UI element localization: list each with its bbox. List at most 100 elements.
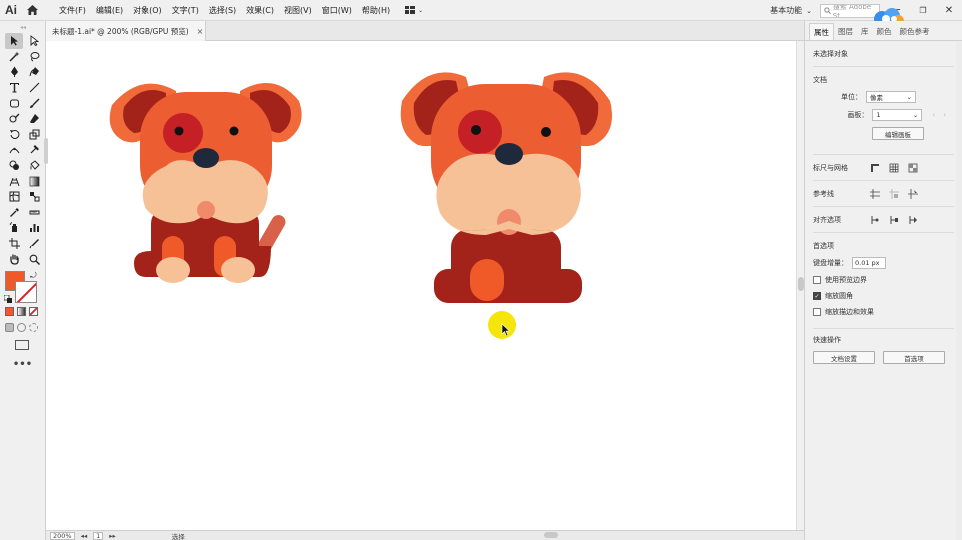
artboard-nav-prev-icon[interactable]: ◂◂: [81, 532, 88, 540]
search-stock-input[interactable]: 搜索 Adobe St: [820, 3, 880, 18]
horizontal-scroll-thumb[interactable]: [544, 532, 558, 538]
screen-mode-icon[interactable]: [15, 339, 29, 350]
snap-to-pixel-icon[interactable]: [888, 214, 899, 225]
dog-without-tail[interactable]: [400, 72, 612, 303]
slice-tool[interactable]: [25, 236, 43, 252]
artboard-nav-next-icon[interactable]: ▸▸: [109, 532, 116, 540]
draw-behind-button[interactable]: [17, 322, 26, 332]
curvature-pen-icon: [29, 67, 39, 77]
edit-toolbar-icon[interactable]: •••: [0, 359, 45, 370]
menu-type[interactable]: 文字(T): [167, 0, 204, 21]
panel-scrollbar[interactable]: [956, 42, 962, 540]
document-setup-button[interactable]: 文档设置: [813, 351, 875, 364]
tab-properties[interactable]: 属性: [809, 23, 834, 40]
artboard-canvas[interactable]: [46, 41, 796, 530]
selection-tool[interactable]: [5, 33, 23, 49]
grid-icon[interactable]: [888, 162, 899, 173]
vertical-scrollbar[interactable]: [796, 41, 804, 530]
panel-tabs: 属性 图层 库 颜色 颜色参考: [805, 21, 962, 41]
artboard-prev-icon[interactable]: ‹: [932, 111, 935, 119]
color-mode-button[interactable]: [5, 306, 14, 316]
tab-layers[interactable]: 图层: [834, 23, 857, 40]
lock-guides-icon[interactable]: [888, 188, 899, 199]
paintbrush-tool[interactable]: [25, 95, 43, 111]
swap-fill-stroke-icon[interactable]: ⤾: [30, 271, 37, 281]
restore-button[interactable]: ❐: [910, 0, 936, 21]
perspective-grid-tool[interactable]: [5, 173, 23, 189]
mesh-tool[interactable]: [5, 189, 23, 205]
menu-help[interactable]: 帮助(H): [357, 0, 395, 21]
show-guides-icon[interactable]: [869, 188, 880, 199]
direct-selection-tool[interactable]: [25, 33, 43, 49]
scale-tool[interactable]: [25, 127, 43, 143]
curvature-tool[interactable]: [25, 64, 43, 80]
rectangle-tool[interactable]: [5, 95, 23, 111]
magic-wand-tool[interactable]: [5, 49, 23, 65]
none-mode-button[interactable]: [29, 306, 38, 316]
toolbar-grip[interactable]: ◂◂: [0, 21, 46, 33]
stroke-none-swatch[interactable]: [15, 280, 37, 303]
workspace-switcher[interactable]: 基本功能 ⌄: [766, 5, 816, 16]
zoom-level-field[interactable]: 200%: [50, 531, 75, 540]
units-select[interactable]: 像素 ⌄: [866, 91, 916, 103]
eraser-tool[interactable]: [25, 111, 43, 127]
close-window-button[interactable]: ✕: [936, 0, 962, 21]
menu-select[interactable]: 选择(S): [204, 0, 241, 21]
artboard-tool[interactable]: [5, 236, 23, 252]
scale-corners-checkbox[interactable]: ✓: [813, 292, 821, 300]
column-graph-tool[interactable]: [25, 220, 43, 236]
home-icon[interactable]: [22, 0, 42, 21]
scale-strokes-effects-checkbox[interactable]: [813, 308, 821, 316]
shape-builder-tool[interactable]: [5, 158, 23, 174]
puppet-warp-tool[interactable]: [25, 142, 43, 158]
use-preview-bounds-label: 使用预览边界: [825, 276, 867, 284]
tab-libraries[interactable]: 库: [857, 23, 873, 40]
menu-object[interactable]: 对象(O): [128, 0, 167, 21]
symbol-sprayer-tool[interactable]: [5, 220, 23, 236]
zoom-tool[interactable]: [25, 251, 43, 267]
menu-view[interactable]: 视图(V): [279, 0, 317, 21]
document-tab[interactable]: 未标题-1.ai* @ 200% (RGB/GPU 预览) ×: [46, 21, 206, 41]
gradient-mode-button[interactable]: [17, 306, 26, 316]
lasso-tool[interactable]: [25, 49, 43, 65]
arrange-documents-button[interactable]: ⌄: [405, 6, 423, 14]
width-tool[interactable]: [5, 142, 23, 158]
rotate-tool[interactable]: [5, 127, 23, 143]
menu-file[interactable]: 文件(F): [54, 0, 91, 21]
close-icon[interactable]: ×: [197, 27, 204, 36]
pen-tool[interactable]: [5, 64, 23, 80]
color-mode-buttons: [0, 306, 45, 316]
tab-color-guide[interactable]: 颜色参考: [896, 23, 934, 40]
eyedropper-tool[interactable]: [5, 205, 23, 221]
artboard-select[interactable]: 1 ⌄: [872, 109, 923, 121]
menu-effect[interactable]: 效果(C): [241, 0, 279, 21]
transparency-grid-icon[interactable]: [907, 162, 918, 173]
use-preview-bounds-checkbox[interactable]: [813, 276, 821, 284]
blend-tool[interactable]: [25, 189, 43, 205]
edit-artboards-button[interactable]: 编辑画板: [872, 127, 924, 140]
menu-window[interactable]: 窗口(W): [317, 0, 357, 21]
live-paint-tool[interactable]: [25, 158, 43, 174]
width-icon: [9, 148, 19, 154]
rulers-icon[interactable]: [869, 162, 880, 173]
measure-tool[interactable]: [25, 205, 43, 221]
keyboard-increment-input[interactable]: 0.01 px: [852, 257, 886, 269]
draw-normal-button[interactable]: [5, 322, 14, 332]
menu-edit[interactable]: 编辑(E): [91, 0, 128, 21]
line-segment-tool[interactable]: [25, 80, 43, 96]
tab-color[interactable]: 颜色: [873, 23, 896, 40]
dog-with-tail[interactable]: [109, 83, 302, 283]
gradient-tool[interactable]: [25, 173, 43, 189]
smart-guides-icon[interactable]: [907, 188, 918, 199]
toolbar-collapse-handle[interactable]: [44, 138, 48, 164]
artboard-next-icon[interactable]: ›: [943, 111, 946, 119]
draw-inside-button[interactable]: [29, 322, 38, 332]
default-colors-icon[interactable]: [4, 294, 12, 303]
artboard-number-field[interactable]: 1: [93, 531, 104, 540]
snap-to-glyph-icon[interactable]: [907, 214, 918, 225]
hand-tool[interactable]: [5, 251, 23, 267]
type-tool[interactable]: [5, 80, 23, 96]
preferences-button[interactable]: 首选项: [883, 351, 945, 364]
shaper-tool[interactable]: [5, 111, 23, 127]
snap-to-point-icon[interactable]: [869, 214, 880, 225]
